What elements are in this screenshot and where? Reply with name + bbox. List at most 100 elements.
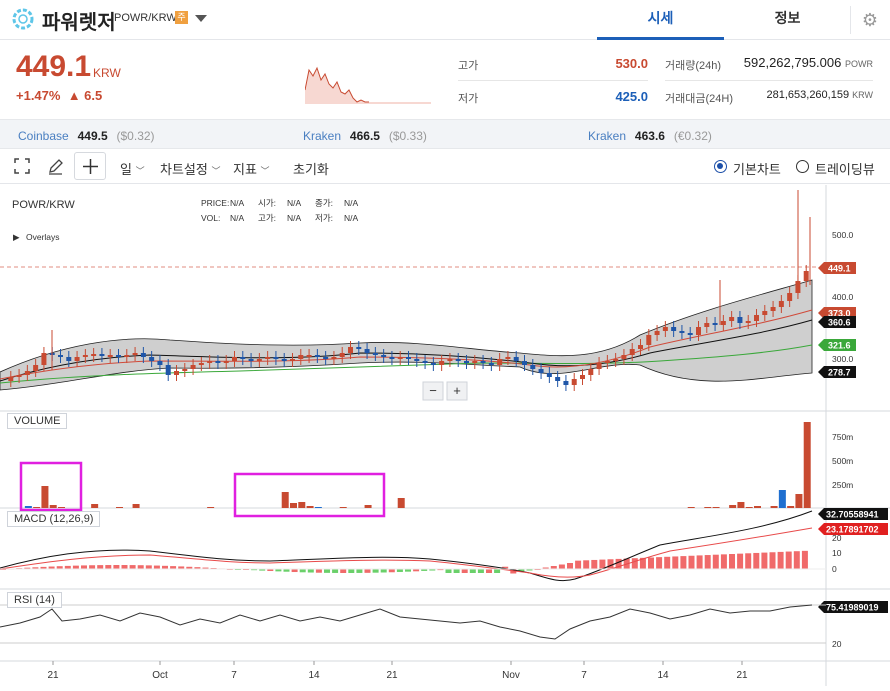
candle-body [364, 349, 370, 353]
candle-body [331, 357, 337, 359]
macd-bar [737, 553, 744, 569]
indicators-menu[interactable]: 지표 ﹀ [233, 159, 270, 178]
volume-bar [116, 507, 123, 508]
candle-body [8, 377, 14, 381]
volume-bar [290, 503, 297, 508]
macd-bar [364, 569, 371, 573]
tab-quote[interactable]: 시세 [597, 0, 724, 40]
basic-chart-radio[interactable] [714, 160, 727, 173]
overlays-caret-icon[interactable]: ▶ [13, 232, 20, 242]
candle-body [132, 353, 138, 355]
candle-body [729, 317, 735, 321]
macd-bar [477, 569, 484, 573]
tab-info[interactable]: 정보 [724, 0, 851, 40]
exchange-item[interactable]: Kraken 463.6 (€0.32) [588, 127, 712, 145]
macd-bar [97, 565, 104, 569]
tradingview-radio[interactable] [796, 160, 809, 173]
draw-pencil-icon[interactable] [47, 158, 64, 175]
chart-toolbar: 일 ﹀ 차트설정 ﹀ 지표 ﹀ 초기화 기본차트 트레이딩뷰 [0, 150, 890, 184]
chart-area[interactable]: 500.0 400.0 300.0 449.1 373.0 360.6 321.6 27… [0, 185, 890, 686]
info-close-value: N/A [344, 198, 359, 208]
macd-bar [656, 557, 663, 569]
top-header: 파워렛저 POWR/KRW 주 시세 정보 ⚙ [0, 0, 890, 40]
candle-body [91, 354, 97, 356]
tradingview-label[interactable]: 트레이딩뷰 [815, 159, 875, 178]
candle-body [356, 347, 362, 349]
candle-body [33, 365, 39, 371]
candle-body [629, 349, 635, 355]
trading-pair: POWR/KRW [114, 12, 177, 24]
candle-body [696, 327, 701, 335]
macd-bar [307, 569, 314, 573]
reset-button[interactable]: 초기화 [293, 159, 329, 178]
period-select[interactable]: 일 ﹀ [120, 159, 145, 178]
macd-bar [672, 556, 679, 569]
macd-bar [486, 569, 492, 573]
candle-body [754, 315, 759, 321]
macd-bar [607, 559, 614, 569]
high-label: 고가 [458, 60, 479, 72]
candlestick-chart[interactable]: 500.0 400.0 300.0 449.1373.0360.6321.627… [0, 185, 890, 686]
x-axis: 21 Oct 7 14 21 Nov 7 14 21 [47, 661, 748, 681]
volume-bar [207, 507, 215, 508]
info-vol-value: N/A [230, 213, 245, 223]
volume-bar [91, 504, 99, 508]
volume-bar [339, 507, 347, 508]
settings-gear-icon[interactable]: ⚙ [860, 10, 880, 30]
candle-body [745, 321, 751, 323]
price-tag: 449.1 [828, 264, 851, 274]
chart-settings-menu[interactable]: 차트설정 ﹀ [160, 159, 220, 178]
market-badge: 주 [175, 11, 188, 24]
exchange-price: 463.6 [634, 129, 665, 143]
zoom-in-button[interactable]: + [446, 381, 468, 401]
volume-bar [770, 506, 778, 508]
basic-chart-label[interactable]: 기본차트 [733, 159, 781, 178]
coin-name: 파워렛저 [42, 12, 116, 34]
macd-bar [324, 569, 330, 573]
macd-bar [315, 569, 322, 573]
overlays-toggle[interactable]: Overlays [26, 232, 60, 242]
chart-settings-label: 차트설정 [160, 162, 208, 177]
current-price: 449.1 [16, 50, 92, 83]
macd-bar [680, 556, 687, 569]
price-change: +1.47% ▲ 6.5 [16, 88, 102, 103]
candle-body [530, 365, 536, 369]
macd-bar [777, 551, 784, 569]
exchange-item[interactable]: Coinbase 449.5 ($0.32) [18, 127, 155, 145]
candle-body [406, 357, 411, 359]
period-label: 일 [120, 162, 132, 177]
chart-symbol: POWR/KRW [12, 199, 75, 211]
candle-body [778, 301, 784, 307]
candle-body [563, 381, 569, 385]
macd-bar [72, 565, 79, 569]
crosshair-button[interactable] [74, 152, 106, 180]
candle-body [389, 357, 395, 359]
macd-tick: 0 [832, 564, 837, 574]
candle-body [555, 377, 561, 381]
macd-bar [785, 551, 792, 569]
candle-body [82, 355, 88, 357]
info-high-value: N/A [287, 213, 302, 223]
price-tick: 300.0 [832, 354, 854, 364]
exchange-item[interactable]: Kraken 466.5 ($0.33) [303, 127, 427, 145]
rsi-tick: 20 [832, 639, 842, 649]
stats-divider [665, 80, 873, 81]
zoom-out-button[interactable]: − [422, 381, 444, 401]
macd-pane-label: MACD (12,26,9) [7, 511, 101, 527]
candle-body [281, 359, 287, 361]
rsi-line [0, 604, 813, 640]
zoom-out-label: − [429, 383, 437, 398]
x-tick-label: 21 [386, 670, 398, 681]
candle-body [248, 359, 254, 361]
fullscreen-icon[interactable] [14, 158, 30, 174]
pair-dropdown-caret-icon[interactable] [195, 15, 207, 22]
macd-bar [558, 564, 565, 569]
x-tick-label: 14 [308, 670, 320, 681]
candle-body [182, 369, 188, 371]
exchange-ref-price: ($0.33) [388, 129, 427, 143]
candle-body [381, 355, 387, 357]
amount-value: 281,653,260,159 KRW [730, 89, 874, 101]
info-price-label: PRICE: [201, 198, 229, 208]
macd-bar [753, 552, 760, 569]
candle-body [223, 361, 229, 363]
